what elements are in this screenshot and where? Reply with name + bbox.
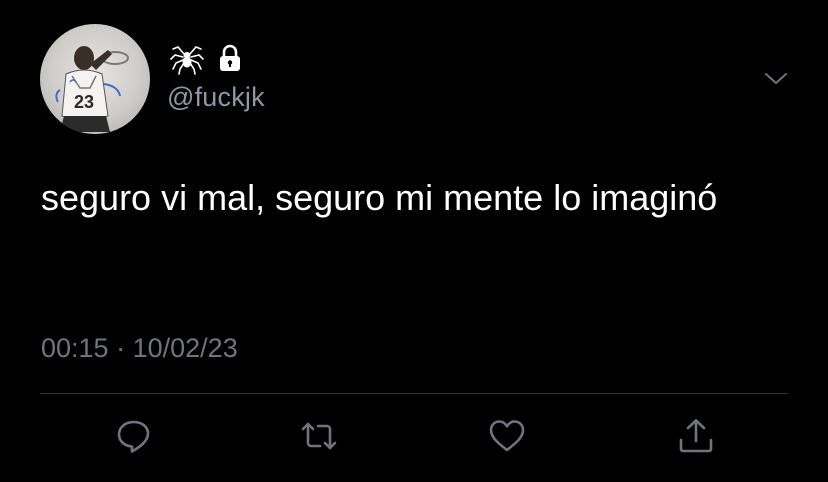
like-button[interactable] xyxy=(487,416,527,456)
tweet-date: 10/02/23 xyxy=(132,333,238,363)
reply-button[interactable] xyxy=(114,416,154,456)
spider-icon xyxy=(170,41,204,75)
lock-icon xyxy=(218,44,242,72)
share-icon xyxy=(679,419,713,453)
retweet-button[interactable] xyxy=(299,416,339,456)
meta-separator: · xyxy=(116,333,126,363)
tweet-text: seguro vi mal, seguro mi mente lo imagin… xyxy=(41,177,718,218)
tweet-timestamp[interactable]: 00:15 · 10/02/23 xyxy=(41,333,238,364)
share-button[interactable] xyxy=(676,416,716,456)
tweet-card: 23 @fuckjk seguro vi mal, seguro mi ment… xyxy=(0,0,828,482)
chevron-down-icon[interactable] xyxy=(762,66,790,90)
avatar-jersey-number: 23 xyxy=(74,92,94,112)
user-handle[interactable]: @fuckjk xyxy=(167,82,265,113)
avatar[interactable]: 23 xyxy=(40,24,150,134)
retweet-icon xyxy=(301,422,337,450)
display-name[interactable] xyxy=(170,40,242,76)
tweet-time: 00:15 xyxy=(41,333,109,363)
divider xyxy=(40,393,788,394)
avatar-image: 23 xyxy=(55,46,129,132)
reply-icon xyxy=(117,420,150,453)
like-icon xyxy=(489,420,525,452)
